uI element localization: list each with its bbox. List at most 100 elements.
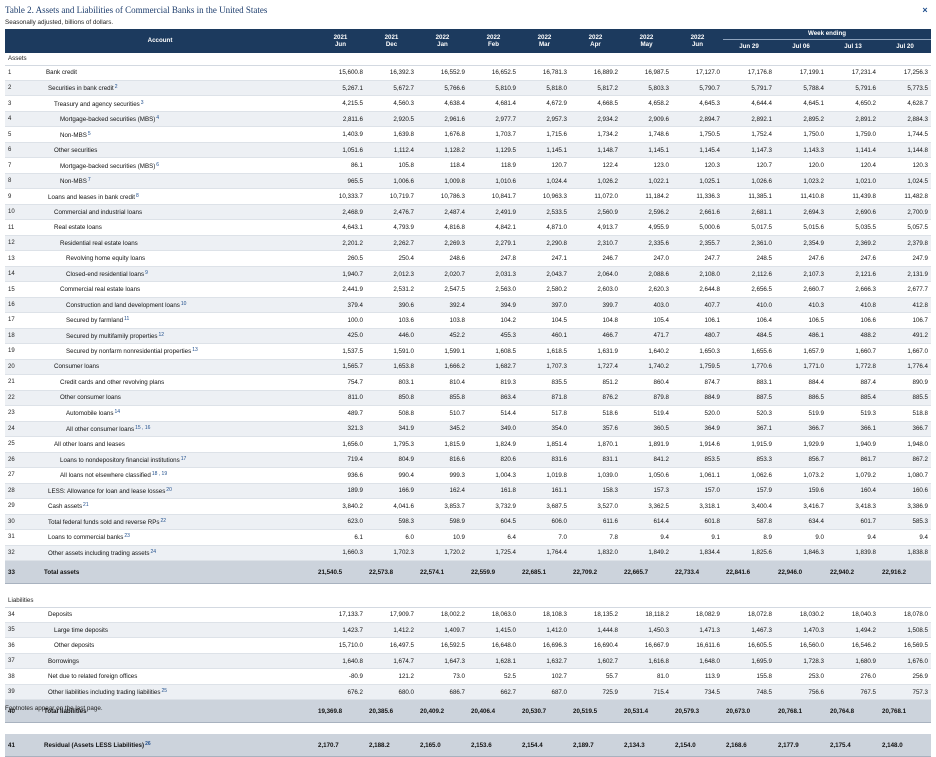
account-cell: Construction and land development loans1… <box>41 297 315 314</box>
footnote-ref[interactable]: 8 <box>136 193 139 199</box>
value-cell: 4,816.8 <box>417 219 468 236</box>
value-cell: 20,406.4 <box>468 699 519 724</box>
value-cell: 52.5 <box>468 668 519 685</box>
footnote-ref[interactable]: 13 <box>192 347 198 353</box>
close-icon[interactable]: × <box>919 4 931 16</box>
table-row: 8 Non-MBS7 965.5 1,006.6 1,009.8 1,010.6 1,024… <box>5 173 931 190</box>
value-cell: 1,734.2 <box>570 126 621 143</box>
value-cell: 367.1 <box>723 421 775 438</box>
value-cell: 841.2 <box>621 452 672 469</box>
value-cell: 1,608.5 <box>468 343 519 360</box>
value-cell: 1,648.0 <box>672 653 723 670</box>
value-cell: 2,656.5 <box>723 281 775 298</box>
value-cell: 1,764.4 <box>519 545 570 562</box>
account-label: Cash assets <box>48 503 83 511</box>
value-cell: 1,680.9 <box>827 653 879 670</box>
value-cell: 480.7 <box>672 328 723 345</box>
row-number: 9 <box>5 188 41 205</box>
footnote-ref[interactable]: 9 <box>145 270 148 276</box>
account-cell: Total federal funds sold and reverse RPs… <box>41 514 315 531</box>
footnote-ref[interactable]: 4 <box>156 115 159 121</box>
account-label: Other securities <box>54 146 98 154</box>
value-cell: 412.8 <box>879 297 931 314</box>
value-cell: 1,006.6 <box>366 173 417 190</box>
footnote-ref[interactable]: 11 <box>124 316 129 322</box>
row-number: 32 <box>5 545 41 562</box>
value-cell: 399.7 <box>570 297 621 314</box>
value-cell: 4,638.4 <box>417 95 468 112</box>
account-label: Non-MBS <box>60 178 87 186</box>
value-cell: 2,603.0 <box>570 281 621 298</box>
value-cell: 1,412.0 <box>519 622 570 639</box>
footnote-ref[interactable]: 26 <box>145 741 151 747</box>
value-cell: 489.7 <box>315 405 366 422</box>
footnote-ref[interactable]: 3 <box>141 100 144 106</box>
footnote-ref[interactable]: 21 <box>83 502 89 508</box>
account-cell: Loans to commercial banks23 <box>41 529 315 546</box>
value-cell: 16,696.3 <box>519 637 570 654</box>
value-cell: 20,579.3 <box>672 699 723 724</box>
value-cell: 863.4 <box>468 390 519 407</box>
value-cell: 4,645.1 <box>775 95 827 112</box>
value-cell: 86.1 <box>315 157 366 174</box>
value-cell: 3,318.1 <box>672 498 723 515</box>
value-cell: 520.0 <box>672 405 723 422</box>
footnote-ref[interactable]: 5 <box>88 131 91 137</box>
footnote-ref[interactable]: 2 <box>115 84 118 90</box>
value-cell: 5,791.7 <box>723 80 775 97</box>
value-cell: 860.4 <box>621 374 672 391</box>
value-cell: 17,127.0 <box>672 65 723 82</box>
value-cell: 1,832.0 <box>570 545 621 562</box>
footnote-ref[interactable]: 17 <box>181 456 187 462</box>
value-cell: 17,133.7 <box>315 607 366 624</box>
footnote-ref[interactable]: 25 <box>161 688 167 694</box>
footnote-ref[interactable]: 7 <box>88 177 91 183</box>
footnote-ref[interactable]: 23 <box>124 533 130 539</box>
value-cell: 1,537.5 <box>315 343 366 360</box>
footnote-ref[interactable]: 24 <box>150 549 156 555</box>
value-cell: 2,168.6 <box>723 734 775 757</box>
account-label: Automobile loans <box>66 410 114 418</box>
footnote-ref[interactable]: 14 <box>114 409 120 415</box>
table-row: 17 Secured by farmland11 100.0 103.6 103.8 10… <box>5 312 931 329</box>
row-number: 12 <box>5 235 41 252</box>
value-cell: 410.0 <box>723 297 775 314</box>
value-cell: 1,744.5 <box>879 126 931 143</box>
footnote-ref[interactable]: 10 <box>181 301 187 307</box>
value-cell: 410.3 <box>775 297 827 314</box>
value-cell: 1,720.2 <box>417 545 468 562</box>
value-cell: 601.7 <box>827 514 879 531</box>
table-row: 34 Deposits 17,133.7 17,909.7 18,002.2 18,063… <box>5 607 931 624</box>
value-cell: 853.3 <box>723 452 775 469</box>
value-cell: 118.9 <box>468 157 519 174</box>
value-cell: 2,884.3 <box>879 111 931 128</box>
footnote-ref[interactable]: 12 <box>158 332 164 338</box>
col-header: 2022 Apr <box>570 29 621 53</box>
footnote-ref[interactable]: 20 <box>166 487 172 493</box>
value-cell: 9.4 <box>827 529 879 546</box>
account-label: Residential real estate loans <box>60 239 138 247</box>
footnote-ref[interactable]: 6 <box>156 162 159 168</box>
footnote-ref[interactable]: 22 <box>160 518 166 524</box>
value-cell: 16,569.5 <box>879 637 931 654</box>
account-cell: Large time deposits <box>41 622 315 639</box>
table-row: 15 Commercial real estate loans 2,441.9 2,5… <box>5 281 931 298</box>
value-cell: 18,082.9 <box>672 607 723 624</box>
value-cell: 2,677.7 <box>879 281 931 298</box>
value-cell: 2,031.3 <box>468 266 519 283</box>
value-cell: 390.6 <box>366 297 417 314</box>
value-cell: 113.9 <box>672 668 723 685</box>
value-cell: 1,940.7 <box>315 266 366 283</box>
footnote-ref[interactable]: 15 , 16 <box>135 425 150 431</box>
value-cell: 1,891.9 <box>621 436 672 453</box>
value-cell: 16,652.5 <box>468 65 519 82</box>
value-cell: 879.8 <box>621 390 672 407</box>
value-cell: 2,690.6 <box>827 204 879 221</box>
account-cell: Deposits <box>41 607 315 624</box>
value-cell: 1,403.9 <box>315 126 366 143</box>
value-cell: 10.9 <box>417 529 468 546</box>
value-cell: 3,386.9 <box>879 498 931 515</box>
footnote-ref[interactable]: 18 , 19 <box>152 471 167 477</box>
account-cell: Real estate loans <box>41 219 315 236</box>
value-cell: 2,175.4 <box>827 734 879 757</box>
